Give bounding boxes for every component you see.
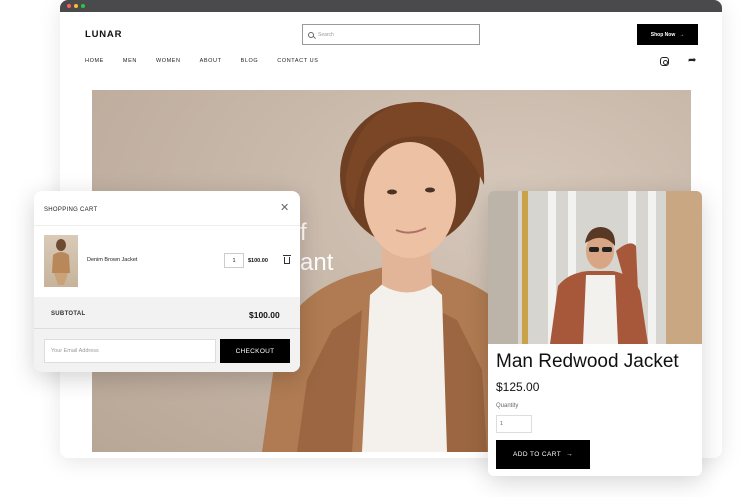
minimize-window-dot[interactable] (74, 4, 78, 8)
arrow-right-icon: → (566, 451, 573, 458)
share-icon[interactable]: ➦ (688, 55, 696, 66)
trash-icon[interactable] (283, 255, 291, 264)
cart-item-thumbnail[interactable] (44, 235, 78, 287)
product-image[interactable] (488, 191, 702, 344)
cart-item-quantity-input[interactable]: 1 (224, 253, 244, 268)
nav-item-women[interactable]: WOMEN (156, 58, 181, 64)
subtotal-label: SUBTOTAL (51, 311, 86, 317)
subtotal-value: $100.00 (249, 310, 280, 320)
quantity-label: Quantity (496, 403, 519, 409)
hero-title-line2: ant (300, 249, 334, 276)
product-price: $125.00 (496, 380, 540, 394)
add-to-cart-button[interactable]: ADD TO CART → (496, 440, 590, 469)
shopping-cart-panel: SHOPPING CART ✕ Denim Brown Jacket 1 $10… (34, 191, 300, 372)
cart-item-price: $100.00 (248, 258, 268, 264)
nav-item-contact[interactable]: CONTACT US (277, 58, 318, 64)
browser-titlebar (60, 0, 722, 12)
nav-item-blog[interactable]: BLOG (241, 58, 259, 64)
add-to-cart-label: ADD TO CART (512, 451, 562, 458)
cart-item-photo (52, 239, 70, 285)
product-name: Man Redwood Jacket (496, 351, 679, 372)
shop-now-button[interactable]: Shop Now → (637, 24, 698, 45)
hero-title-line1: f (300, 219, 307, 246)
quantity-input[interactable]: 1 (496, 415, 532, 433)
checkout-button[interactable]: CHECKOUT (220, 339, 290, 363)
close-window-dot[interactable] (67, 4, 71, 8)
arrow-right-icon: → (679, 31, 685, 38)
search-placeholder: Search (318, 31, 334, 38)
site-logo[interactable]: LUNAR (85, 29, 122, 40)
main-nav: HOME MEN WOMEN ABOUT BLOG CONTACT US (85, 58, 338, 64)
shop-now-label: Shop Now (650, 31, 676, 38)
product-card: Man Redwood Jacket $125.00 Quantity 1 AD… (488, 191, 702, 476)
subtotal-divider (34, 328, 300, 329)
cart-title: SHOPPING CART (44, 207, 98, 213)
maximize-window-dot[interactable] (81, 4, 85, 8)
product-photo (488, 191, 702, 344)
search-input[interactable]: Search (302, 24, 480, 45)
stage: LUNAR Search Shop Now → HOME MEN WOMEN A… (0, 0, 751, 497)
nav-item-about[interactable]: ABOUT (200, 58, 222, 64)
cart-item-name[interactable]: Denim Brown Jacket (87, 257, 137, 263)
instagram-icon[interactable] (660, 57, 669, 66)
cart-divider (34, 225, 300, 226)
hero-title: f ant (300, 218, 333, 278)
nav-item-men[interactable]: MEN (123, 58, 137, 64)
close-icon[interactable]: ✕ (280, 203, 289, 214)
search-icon (308, 31, 314, 38)
nav-item-home[interactable]: HOME (85, 58, 104, 64)
email-field[interactable]: Your Email Address (44, 339, 216, 363)
